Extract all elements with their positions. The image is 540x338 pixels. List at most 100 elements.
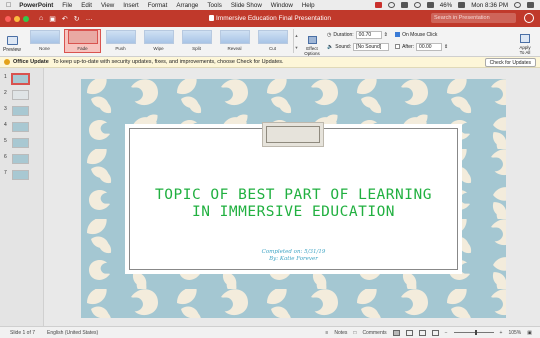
- duration-stepper[interactable]: ⇕: [384, 32, 388, 38]
- menu-arrange[interactable]: Arrange: [176, 2, 198, 9]
- notes-button[interactable]: Notes: [334, 330, 347, 336]
- menu-file[interactable]: File: [62, 2, 72, 9]
- transition-label: Cut: [268, 46, 276, 51]
- transition-wipe[interactable]: Wipe: [140, 29, 177, 53]
- presentation-file-icon: [209, 15, 215, 21]
- language-indicator[interactable]: English (United States): [47, 330, 98, 336]
- battery-icon[interactable]: [458, 2, 466, 8]
- redo-icon[interactable]: ↻: [74, 15, 80, 23]
- save-icon[interactable]: ▣: [49, 15, 56, 23]
- thumbnail-number: 2: [4, 90, 7, 96]
- zoom-out-icon[interactable]: −: [445, 330, 448, 336]
- menu-view[interactable]: View: [101, 2, 114, 9]
- normal-view-icon[interactable]: [392, 329, 400, 336]
- spotlight-icon[interactable]: [514, 2, 521, 8]
- gallery-up-icon[interactable]: ▲: [295, 33, 299, 38]
- notification-center-icon[interactable]: [527, 2, 534, 8]
- menu-insert[interactable]: Insert: [123, 2, 138, 9]
- slideshow-icon[interactable]: [431, 329, 439, 336]
- clock[interactable]: Mon 8:36 PM: [471, 2, 508, 9]
- thumbnail-number: 6: [4, 154, 7, 160]
- menu-tools[interactable]: Tools: [207, 2, 221, 9]
- reading-view-icon[interactable]: [418, 329, 426, 336]
- on-mouse-click-label: On Mouse Click: [402, 31, 438, 38]
- search-input[interactable]: [434, 15, 512, 21]
- check-for-updates-button[interactable]: Check for Updates: [484, 58, 536, 67]
- menu-help[interactable]: Help: [302, 2, 315, 9]
- duration-field[interactable]: 00.70: [355, 30, 382, 39]
- transition-cut-thumb: [257, 30, 288, 44]
- transitions-ribbon: Preview None Fade Push Wipe Split Reveal…: [0, 27, 540, 57]
- after-field[interactable]: 00.00: [416, 42, 443, 51]
- preview-button[interactable]: Preview: [0, 27, 24, 57]
- app-menu[interactable]: PowerPoint: [19, 2, 53, 9]
- slide-thumbnail[interactable]: 2: [4, 90, 29, 100]
- transition-none[interactable]: None: [26, 29, 63, 53]
- volume-icon[interactable]: [426, 2, 434, 8]
- slide-sorter-icon[interactable]: [405, 329, 413, 336]
- zoom-level[interactable]: 105%: [508, 330, 521, 336]
- apple-menu-icon[interactable]: : [6, 2, 11, 9]
- transition-push[interactable]: Push: [102, 29, 139, 53]
- after-stepper[interactable]: ⇕: [444, 44, 448, 50]
- transition-label: Split: [192, 46, 201, 51]
- account-icon[interactable]: [524, 13, 534, 23]
- slide-subtitle[interactable]: Completed on: 5/31/19 By: Katie Forever: [129, 249, 458, 262]
- slide-thumbnail[interactable]: 4: [4, 122, 29, 132]
- slide-title[interactable]: TOPIC OF BEST PART OF LEARNING IN IMMERS…: [129, 187, 458, 221]
- transition-fade[interactable]: Fade: [64, 29, 101, 53]
- menu-window[interactable]: Window: [271, 2, 293, 9]
- apply-to-all-button[interactable]: Apply To All: [514, 27, 536, 57]
- transition-reveal-thumb: [219, 30, 250, 44]
- undo-icon[interactable]: ↶: [62, 15, 68, 23]
- transition-reveal[interactable]: Reveal: [216, 29, 253, 53]
- wifi-icon[interactable]: [413, 2, 421, 8]
- transition-split[interactable]: Split: [178, 29, 215, 53]
- transition-cut[interactable]: Cut: [254, 29, 291, 53]
- transition-label: Reveal: [227, 46, 242, 51]
- update-title: Office Update: [13, 59, 49, 65]
- mac-menu-bar:  PowerPoint File Edit View Insert Forma…: [0, 0, 540, 10]
- slide-title-line-2: IN IMMERSIVE EDUCATION: [191, 204, 396, 220]
- gallery-scroll[interactable]: ▲ ▼: [293, 29, 299, 53]
- close-window-button[interactable]: [5, 15, 11, 22]
- zoom-slider[interactable]: [453, 330, 494, 335]
- timing-group: ◷ Duration: 00.70 ⇕ 🔈 Sound: [No Sound]: [327, 30, 390, 51]
- menu-slide-show[interactable]: Slide Show: [231, 2, 262, 9]
- slide[interactable]: TOPIC OF BEST PART OF LEARNING IN IMMERS…: [81, 79, 506, 318]
- customize-toolbar-icon[interactable]: …: [86, 15, 93, 23]
- zoom-slider-thumb[interactable]: [474, 330, 477, 335]
- minimize-window-button[interactable]: [14, 15, 20, 22]
- battery-percent[interactable]: 46%: [440, 2, 452, 9]
- comments-button[interactable]: Comments: [362, 330, 386, 336]
- gallery-down-icon[interactable]: ▼: [295, 45, 299, 50]
- comments-icon[interactable]: □: [353, 330, 356, 336]
- slide-thumbnail[interactable]: 6: [4, 154, 29, 164]
- sound-select[interactable]: [No Sound]: [353, 42, 390, 51]
- office-status-icon[interactable]: [374, 2, 382, 8]
- slide-thumbnail[interactable]: 3: [4, 106, 29, 116]
- bluetooth-icon[interactable]: [400, 2, 408, 8]
- sound-icon: 🔈: [327, 43, 334, 50]
- thumbnail-number: 4: [4, 122, 7, 128]
- on-mouse-click-checkbox[interactable]: [395, 32, 401, 37]
- after-checkbox[interactable]: [395, 44, 401, 49]
- slide-thumbnail[interactable]: 5: [4, 138, 29, 148]
- thumbnail-number: 1: [4, 74, 7, 80]
- zoom-window-button[interactable]: [23, 15, 29, 22]
- menu-edit[interactable]: Edit: [81, 2, 92, 9]
- duration-label: Duration:: [333, 31, 354, 38]
- menu-format[interactable]: Format: [148, 2, 168, 9]
- search-box[interactable]: [431, 13, 516, 23]
- slide-thumbnail[interactable]: 1: [4, 73, 30, 85]
- slide-thumbnail[interactable]: 7: [4, 170, 29, 180]
- thumbnail-image: [12, 138, 29, 148]
- effect-options-button[interactable]: Effect Options: [301, 27, 323, 57]
- sound-label: Sound:: [335, 43, 352, 50]
- zoom-in-icon[interactable]: +: [500, 330, 503, 336]
- sync-icon[interactable]: [387, 2, 395, 8]
- notes-icon[interactable]: ≡: [325, 330, 328, 336]
- fit-to-window-icon[interactable]: ▣: [527, 330, 532, 336]
- transition-label: Push: [115, 46, 126, 51]
- home-icon[interactable]: ⌂: [39, 15, 43, 23]
